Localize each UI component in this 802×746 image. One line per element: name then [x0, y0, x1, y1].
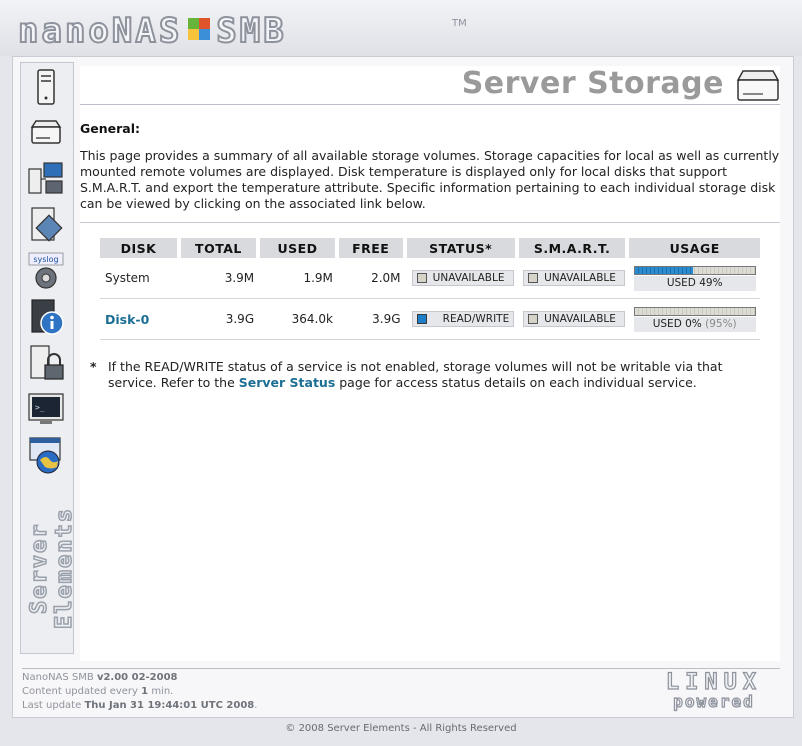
- footer-refresh-line: Content updated every 1 min.: [22, 686, 174, 697]
- info-icon[interactable]: [25, 297, 67, 337]
- svg-text:syslog: syslog: [33, 255, 58, 264]
- disk-used: 1.9M: [260, 258, 339, 299]
- smart-text: UNAVAILABLE: [544, 272, 616, 284]
- smart-cell: UNAVAILABLE: [518, 299, 630, 340]
- usage-bar-fill: [634, 266, 694, 274]
- svg-text:>_: >_: [35, 403, 45, 412]
- footer-version-line: NanoNAS SMB v2.00 02-2008: [22, 672, 178, 683]
- disk-name-cell: Disk-0: [100, 299, 181, 340]
- sidebar-nav: syslog >_ Server Elements: [20, 62, 78, 654]
- col-smart: S.M.A.R.T.: [518, 238, 630, 258]
- copyright: © 2008 Server Elements - All Rights Rese…: [285, 723, 517, 734]
- web-globe-icon[interactable]: [25, 435, 67, 475]
- col-free: FREE: [338, 238, 407, 258]
- smart-indicator-icon: [528, 314, 539, 324]
- col-used: USED: [260, 238, 339, 258]
- usage-label: USED 49%: [633, 275, 756, 291]
- usage-label: USED 0% (95%): [633, 316, 756, 332]
- smart-badge: UNAVAILABLE: [523, 311, 626, 327]
- footnote-marker: *: [90, 359, 97, 374]
- status-badge: READ/WRITE: [411, 311, 514, 327]
- section-divider: [80, 222, 780, 223]
- status-text: READ/WRITE: [442, 313, 510, 325]
- diagnostics-icon[interactable]: [25, 205, 67, 245]
- syslog-icon[interactable]: syslog: [25, 251, 67, 291]
- security-lock-icon[interactable]: [25, 343, 67, 383]
- disk-free: 2.0M: [338, 258, 407, 299]
- smart-indicator-icon: [528, 273, 539, 283]
- linux-powered-logo: LINUX powered: [665, 670, 763, 711]
- smart-badge: UNAVAILABLE: [523, 270, 626, 286]
- col-status: STATUS*: [406, 238, 519, 258]
- status-text: UNAVAILABLE: [432, 272, 505, 284]
- server-icon[interactable]: [25, 67, 67, 107]
- smart-text: UNAVAILABLE: [544, 313, 616, 325]
- usage-bar: [633, 265, 756, 275]
- footer-divider: [22, 668, 780, 669]
- footnote-text-end: page for access status details on each i…: [335, 375, 697, 390]
- table-row: System 3.9M 1.9M 2.0M UNAVAILABLE UNAVAI…: [100, 258, 760, 299]
- terminal-icon[interactable]: >_: [25, 389, 67, 429]
- disk-total: 3.9G: [180, 299, 261, 340]
- usage-cell: USED 0% (95%): [629, 299, 760, 340]
- status-cell: UNAVAILABLE: [406, 258, 519, 299]
- nanonas-logo: nanoNAS SMB: [17, 11, 287, 51]
- top-bar: nanoNAS SMB TM: [0, 0, 802, 56]
- network-icon[interactable]: [25, 159, 67, 199]
- disk-free: 3.9G: [338, 299, 407, 340]
- windows-flag-icon: [188, 18, 211, 40]
- table-header-row: DISK TOTAL USED FREE STATUS* S.M.A.R.T. …: [100, 238, 760, 258]
- footer-info: NanoNAS SMB v2.00 02-2008 Content update…: [22, 671, 257, 713]
- page-title: Server Storage: [461, 66, 724, 101]
- smart-cell: UNAVAILABLE: [518, 258, 630, 299]
- col-usage: USAGE: [629, 238, 760, 258]
- footer-last-update-line: Last update Thu Jan 31 19:44:01 UTC 2008…: [22, 700, 258, 711]
- disk-0-link[interactable]: Disk-0: [105, 312, 149, 327]
- disk-name: System: [100, 258, 181, 299]
- status-cell: READ/WRITE: [406, 299, 519, 340]
- usage-reserved: (95%): [705, 317, 737, 330]
- sidebar-brand-logo: Server Elements: [26, 506, 78, 629]
- disk-total: 3.9M: [180, 258, 261, 299]
- storage-title-icon: [736, 70, 780, 101]
- trademark: TM: [452, 18, 467, 29]
- section-heading: General:: [80, 121, 140, 136]
- storage-icon[interactable]: [25, 113, 67, 153]
- server-status-link[interactable]: Server Status: [239, 375, 336, 390]
- usage-bar: [633, 306, 756, 316]
- storage-table: DISK TOTAL USED FREE STATUS* S.M.A.R.T. …: [100, 238, 760, 340]
- footnote: * If the READ/WRITE status of a service …: [90, 359, 770, 391]
- col-total: TOTAL: [180, 238, 261, 258]
- general-description: This page provides a summary of all avai…: [80, 148, 780, 211]
- col-disk: DISK: [100, 238, 181, 258]
- header-divider: [80, 104, 780, 105]
- status-indicator-icon: [416, 314, 427, 324]
- status-indicator-icon: [416, 273, 427, 283]
- table-row: Disk-0 3.9G 364.0k 3.9G READ/WRITE UNAVA…: [100, 299, 760, 340]
- usage-cell: USED 49%: [629, 258, 760, 299]
- status-badge: UNAVAILABLE: [411, 270, 514, 286]
- disk-used: 364.0k: [260, 299, 339, 340]
